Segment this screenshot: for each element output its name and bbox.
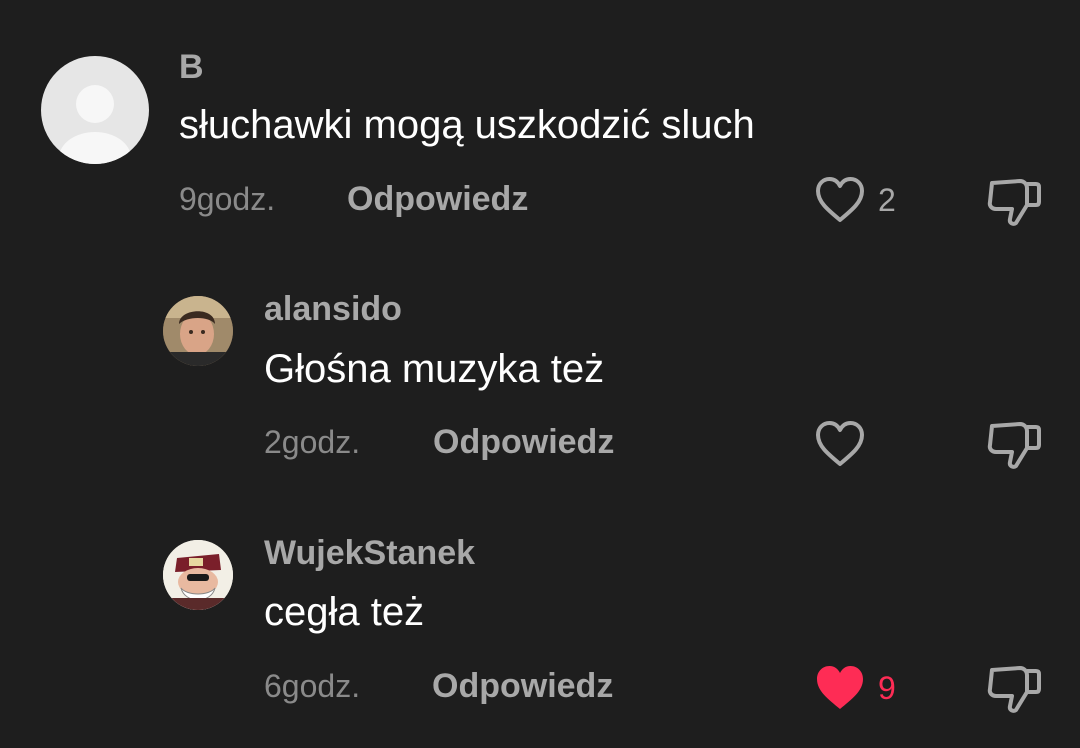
avatar[interactable] xyxy=(163,296,233,366)
comment-timestamp: 9godz. xyxy=(179,181,276,217)
comment-timestamp: 2godz. xyxy=(264,424,361,460)
comment-username[interactable]: B xyxy=(179,48,204,87)
dislike-button[interactable] xyxy=(986,175,1042,232)
like-count: 2 xyxy=(878,181,896,218)
like-button[interactable]: 9 xyxy=(814,664,896,712)
reply-button[interactable]: Odpowiedz xyxy=(432,667,613,706)
comment-text: Głośna muzyka też xyxy=(264,347,605,391)
default-avatar-icon[interactable] xyxy=(41,56,149,164)
avatar[interactable] xyxy=(163,540,233,610)
thumbs-down-icon xyxy=(987,179,1041,226)
heart-icon xyxy=(816,177,864,222)
comment-timestamp: 6godz. xyxy=(264,668,361,704)
comment-text: cegła też xyxy=(264,590,425,634)
like-button[interactable]: 2 xyxy=(814,176,896,224)
dislike-button[interactable] xyxy=(986,418,1042,475)
like-button[interactable] xyxy=(814,420,878,468)
heart-icon xyxy=(816,421,864,466)
comment-username[interactable]: WujekStanek xyxy=(264,534,475,573)
thumbs-down-icon xyxy=(987,666,1041,713)
dislike-button[interactable] xyxy=(986,662,1042,719)
comment-text: słuchawki mogą uszkodzić sluch xyxy=(179,103,755,147)
heart-filled-icon xyxy=(817,666,863,709)
thumbs-down-icon xyxy=(987,422,1041,469)
reply-button[interactable]: Odpowiedz xyxy=(347,180,528,219)
comment-username[interactable]: alansido xyxy=(264,290,402,329)
reply-button[interactable]: Odpowiedz xyxy=(433,423,614,462)
like-count: 9 xyxy=(878,669,896,706)
